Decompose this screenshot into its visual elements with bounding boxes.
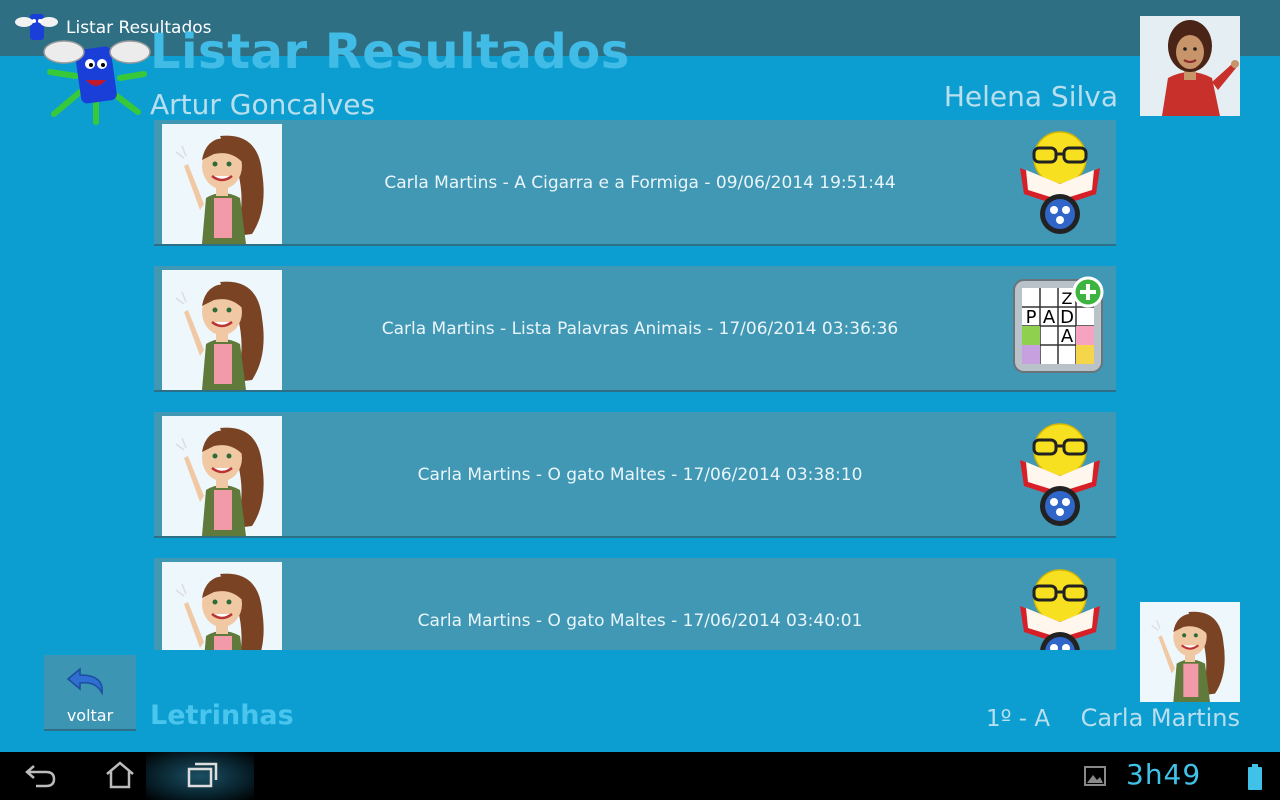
result-row[interactable]: Carla Martins - O gato Maltes - 17/06/20…	[154, 558, 1116, 650]
teacher-avatar	[1140, 16, 1240, 116]
reading-test-icon	[1012, 420, 1108, 530]
result-row[interactable]: Carla Martins - Lista Palavras Animais -…	[154, 266, 1116, 392]
result-label: Carla Martins - Lista Palavras Animais -…	[381, 319, 899, 339]
selected-student-avatar	[1140, 602, 1240, 702]
back-button[interactable]: voltar	[44, 655, 136, 731]
battery-icon	[1248, 764, 1262, 790]
student-thumbnail	[162, 270, 282, 390]
back-nav-icon[interactable]	[24, 760, 58, 790]
student-thumbnail	[162, 562, 282, 650]
student-thumbnail	[162, 416, 282, 536]
svg-text:D: D	[1060, 307, 1074, 328]
back-label: voltar	[66, 706, 114, 725]
gallery-notification-icon[interactable]	[1084, 766, 1106, 786]
class-label: 1º - A	[986, 706, 1051, 732]
svg-text:P: P	[1026, 307, 1037, 328]
svg-text:Z: Z	[1062, 289, 1073, 308]
page-title: Listar Resultados	[150, 24, 630, 80]
undo-arrow-icon	[66, 667, 103, 696]
word-puzzle-icon: P A D A Z	[1012, 274, 1108, 384]
result-row[interactable]: Carla Martins - O gato Maltes - 17/06/20…	[154, 412, 1116, 538]
selected-student-name: Carla Martins	[1080, 704, 1240, 732]
result-label: Carla Martins - O gato Maltes - 17/06/20…	[417, 465, 863, 485]
svg-text:A: A	[1061, 326, 1074, 347]
results-list[interactable]: Carla Martins - A Cigarra e a Formiga - …	[154, 120, 1116, 650]
system-navigation-bar: 3h49	[0, 752, 1280, 800]
letrinhas-logo-icon	[43, 40, 151, 125]
reading-test-icon	[1012, 128, 1108, 238]
teacher-name: Helena Silva	[943, 80, 1118, 113]
student-thumbnail	[162, 124, 282, 244]
student-name: Artur Goncalves	[150, 88, 376, 121]
result-label: Carla Martins - A Cigarra e a Formiga - …	[384, 173, 896, 193]
app-name: Letrinhas	[150, 700, 294, 731]
result-label: Carla Martins - O gato Maltes - 17/06/20…	[417, 611, 863, 631]
clock: 3h49	[1126, 758, 1202, 791]
result-row[interactable]: Carla Martins - A Cigarra e a Formiga - …	[154, 120, 1116, 246]
svg-text:A: A	[1043, 307, 1056, 328]
reading-test-icon	[1012, 566, 1108, 650]
recent-apps-icon[interactable]	[186, 760, 218, 790]
home-nav-icon[interactable]	[104, 760, 136, 790]
